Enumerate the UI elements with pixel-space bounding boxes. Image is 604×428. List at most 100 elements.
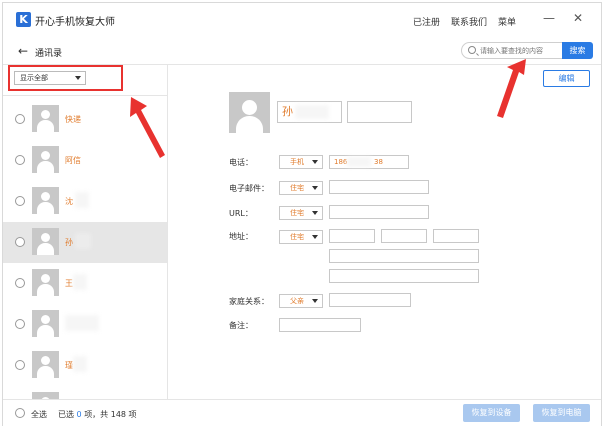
phone-label: 电话：	[229, 158, 253, 167]
search-icon	[468, 46, 476, 54]
chevron-down-icon	[312, 186, 318, 190]
app-title: 开心手机恢复大师	[35, 17, 115, 28]
title-bar: K 开心手机恢复大师 已注册 联系我们 菜单 — ✕	[3, 3, 601, 35]
address-street-field[interactable]	[329, 229, 375, 243]
note-label: 备注：	[229, 321, 253, 330]
address-type-dropdown[interactable]: 住宅	[279, 230, 323, 244]
blur-mask	[73, 356, 87, 372]
contact-radio[interactable]	[15, 155, 25, 165]
contact-radio[interactable]	[15, 319, 25, 329]
restore-to-pc-button[interactable]: 恢复到电脑	[533, 404, 590, 422]
chevron-down-icon	[312, 299, 318, 303]
avatar-icon	[32, 392, 59, 399]
blur-mask	[347, 157, 371, 167]
family-field[interactable]	[329, 293, 411, 307]
email-type-value: 住宅	[290, 184, 304, 192]
contact-row[interactable]: 阿信	[3, 140, 167, 181]
contact-name: 阿信	[65, 156, 81, 165]
phone-type-dropdown[interactable]: 手机	[279, 155, 323, 169]
contact-radio[interactable]	[15, 278, 25, 288]
contact-radio[interactable]	[15, 360, 25, 370]
contact-name: 快递	[65, 115, 81, 124]
contact-list-panel: 显示全部 快递 阿信 沈 孙 王 瑾	[3, 65, 168, 399]
menu-link[interactable]: 菜单	[498, 15, 516, 28]
avatar-icon	[32, 187, 59, 214]
phone-value: 186	[334, 158, 348, 166]
chevron-down-icon	[312, 235, 318, 239]
address-label: 地址：	[229, 232, 253, 241]
blur-mask	[73, 274, 87, 290]
contact-name: 孙	[65, 238, 73, 247]
url-type-value: 住宅	[290, 209, 304, 217]
contact-radio[interactable]	[15, 196, 25, 206]
note-field[interactable]	[279, 318, 361, 332]
avatar-icon	[32, 351, 59, 378]
email-type-dropdown[interactable]: 住宅	[279, 181, 323, 195]
family-label: 家庭关系：	[229, 297, 269, 306]
blur-mask	[65, 315, 99, 331]
contact-radio[interactable]	[15, 114, 25, 124]
last-name-field[interactable]	[347, 101, 412, 123]
chevron-down-icon	[312, 211, 318, 215]
chevron-down-icon	[312, 160, 318, 164]
divider	[3, 95, 167, 96]
avatar-icon	[32, 310, 59, 337]
first-name-value: 孙	[282, 105, 293, 118]
select-all-label[interactable]: 全选	[31, 409, 47, 420]
filter-dropdown-value: 显示全部	[20, 74, 48, 82]
back-arrow-icon[interactable]: ←	[18, 45, 28, 57]
phone-type-value: 手机	[290, 158, 304, 166]
contact-row[interactable]: 沈	[3, 181, 167, 222]
phone-value-tail: 38	[374, 158, 383, 166]
chevron-down-icon	[75, 76, 81, 80]
select-all-radio[interactable]	[15, 408, 25, 418]
url-label: URL：	[229, 209, 253, 218]
avatar-icon	[32, 269, 59, 296]
avatar-icon	[32, 105, 59, 132]
contact-name: 沈	[65, 197, 73, 206]
selected-count: 0	[76, 410, 82, 419]
email-label: 电子邮件：	[229, 184, 269, 193]
family-type-value: 父亲	[290, 297, 304, 305]
contact-row[interactable]: 王	[3, 263, 167, 304]
close-icon[interactable]: ✕	[573, 12, 583, 24]
contact-avatar-icon	[229, 92, 270, 133]
bottom-bar: 全选 已选 0 项，共 148 项 恢复到设备 恢复到电脑	[3, 399, 601, 426]
search-button[interactable]: 搜索	[562, 42, 593, 59]
search-input[interactable]	[480, 44, 560, 57]
nav-row: ← 通讯录 搜索	[3, 37, 601, 65]
contact-row[interactable]	[3, 304, 167, 345]
url-field[interactable]	[329, 205, 429, 219]
avatar-icon	[32, 228, 59, 255]
contact-name: 王	[65, 279, 73, 288]
family-type-dropdown[interactable]: 父亲	[279, 294, 323, 308]
contact-radio[interactable]	[15, 237, 25, 247]
blur-mask	[75, 192, 89, 208]
registered-link[interactable]: 已注册	[413, 15, 440, 28]
contact-name: 瑾	[65, 361, 73, 370]
selection-summary: 已选 0 项，共 148 项	[58, 410, 137, 419]
contact-row-selected[interactable]: 孙	[3, 222, 167, 263]
filter-dropdown[interactable]: 显示全部	[14, 71, 86, 85]
search-box[interactable]	[461, 42, 563, 59]
restore-to-device-button[interactable]: 恢复到设备	[463, 404, 520, 422]
address-country-field[interactable]	[329, 269, 479, 283]
contact-row[interactable]: 瑾	[3, 345, 167, 386]
address-city-field[interactable]	[381, 229, 427, 243]
avatar-icon	[32, 146, 59, 173]
contact-row[interactable]	[3, 386, 167, 399]
address-type-value: 住宅	[290, 233, 304, 241]
edit-button[interactable]: 编辑	[543, 70, 590, 87]
email-field[interactable]	[329, 180, 429, 194]
page-title: 通讯录	[35, 49, 63, 59]
contact-us-link[interactable]: 联系我们	[451, 15, 487, 28]
minimize-icon[interactable]: —	[543, 12, 555, 24]
contact-row[interactable]: 快递	[3, 99, 167, 140]
url-type-dropdown[interactable]: 住宅	[279, 206, 323, 220]
address-postcode-field[interactable]	[329, 249, 479, 263]
blur-mask	[295, 105, 329, 119]
app-window: K 开心手机恢复大师 已注册 联系我们 菜单 — ✕ ← 通讯录 搜索 显示全部…	[2, 2, 602, 426]
address-region-field[interactable]	[433, 229, 479, 243]
app-logo-icon: K	[16, 12, 31, 27]
blur-mask	[75, 233, 91, 249]
